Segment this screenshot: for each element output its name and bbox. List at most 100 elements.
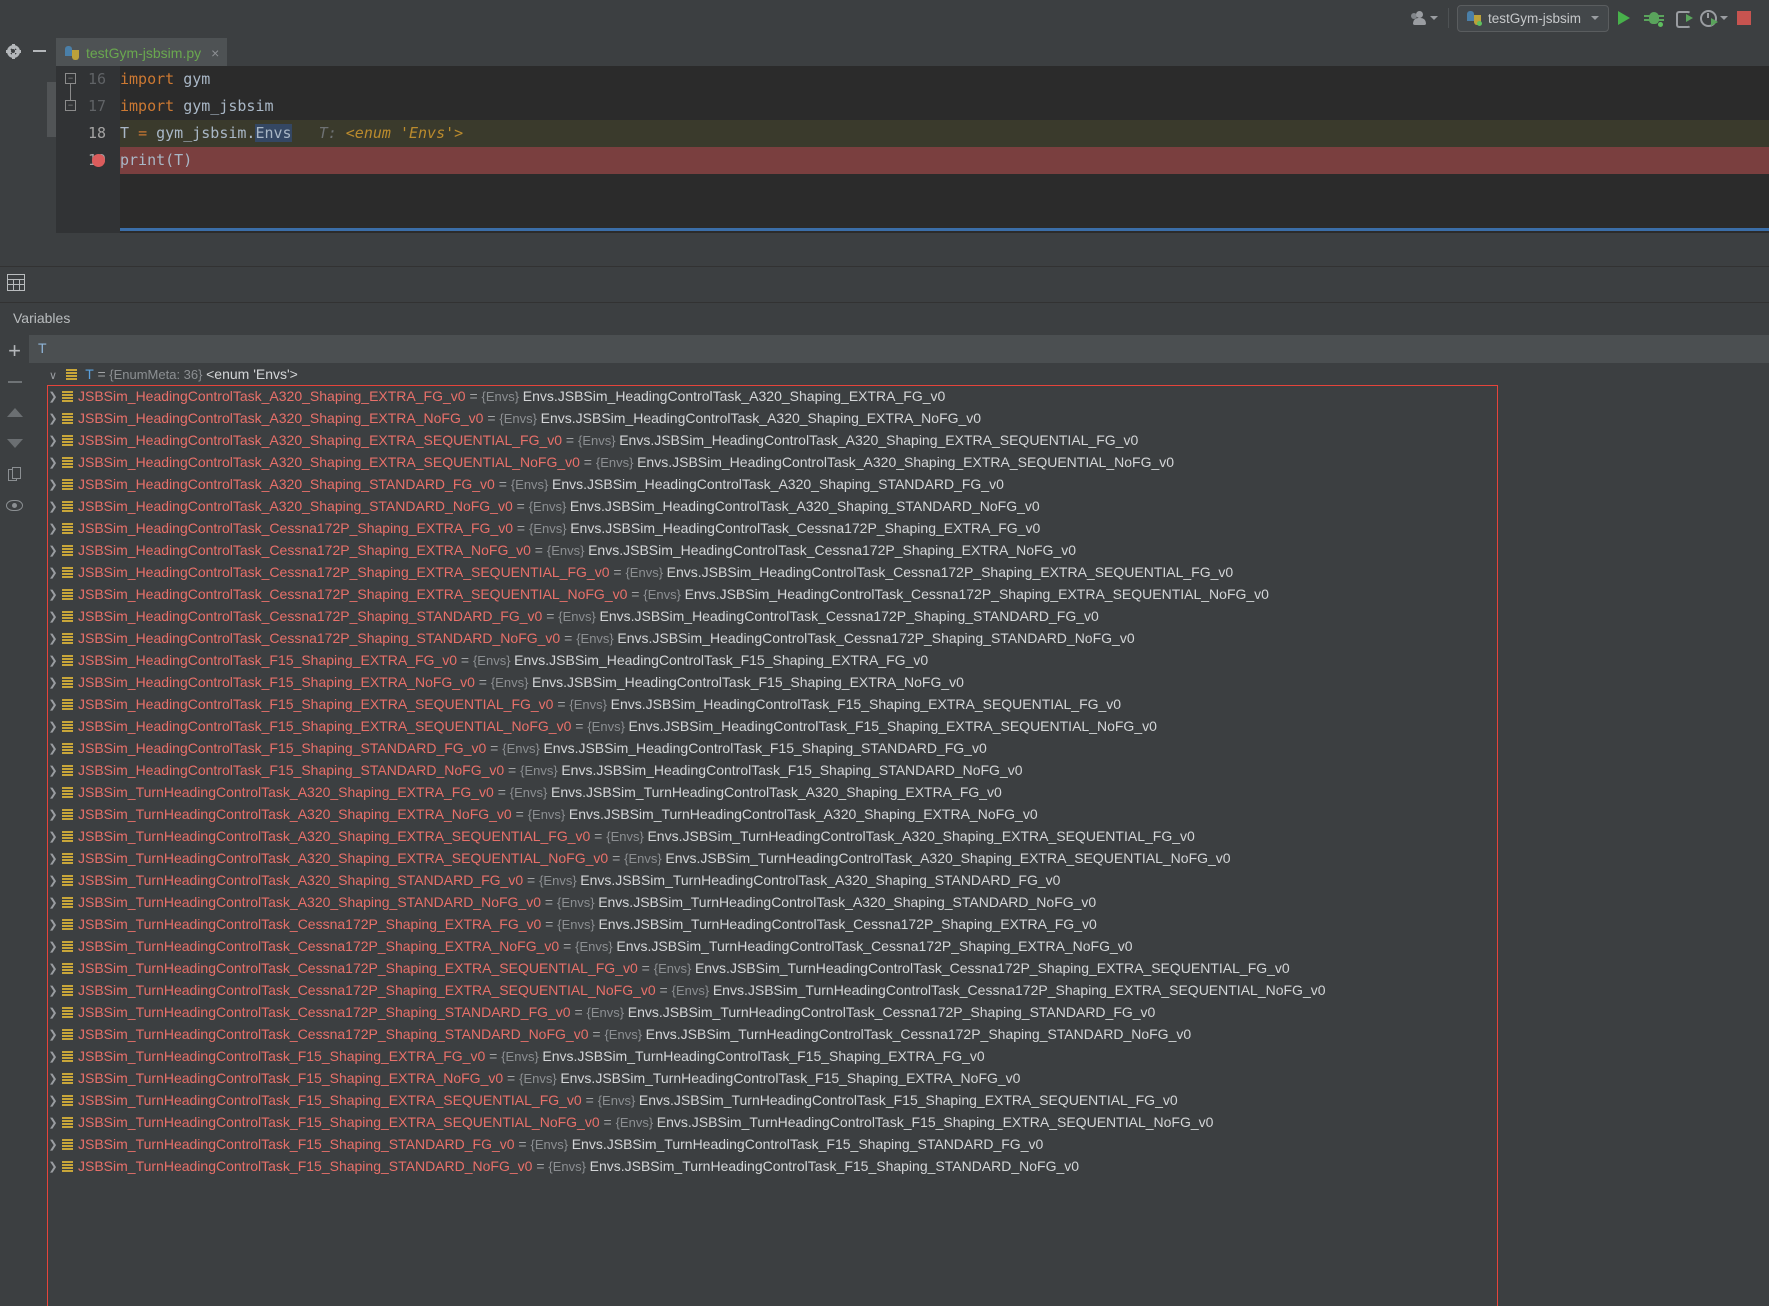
- chevron-right-icon[interactable]: ❯: [46, 408, 60, 430]
- chevron-right-icon[interactable]: ❯: [46, 1156, 60, 1178]
- profile-button[interactable]: [1699, 5, 1729, 31]
- variable-row[interactable]: ❯ JSBSim_HeadingControlTask_A320_Shaping_…: [29, 495, 1769, 517]
- chevron-right-icon[interactable]: ❯: [46, 782, 60, 804]
- close-icon[interactable]: ×: [211, 45, 219, 61]
- code-content[interactable]: import gym import gym_jsbsim T = gym_jsb…: [120, 66, 1769, 233]
- chevron-right-icon[interactable]: ❯: [46, 826, 60, 848]
- chevron-right-icon[interactable]: ❯: [46, 584, 60, 606]
- variable-row[interactable]: ❯ JSBSim_HeadingControlTask_A320_Shaping_…: [29, 473, 1769, 495]
- variable-row[interactable]: ❯ JSBSim_TurnHeadingControlTask_F15_Shapi…: [29, 1045, 1769, 1067]
- chevron-right-icon[interactable]: ❯: [46, 1002, 60, 1024]
- variable-row[interactable]: ❯ JSBSim_HeadingControlTask_A320_Shaping_…: [29, 385, 1769, 407]
- variable-row[interactable]: ❯ JSBSim_HeadingControlTask_Cessna172P_Sh…: [29, 627, 1769, 649]
- chevron-right-icon[interactable]: ❯: [46, 540, 60, 562]
- line-number-gutter[interactable]: 16 − 17 − 18 19: [56, 66, 120, 233]
- remove-watch-button[interactable]: [0, 366, 29, 397]
- variable-row[interactable]: ❯ JSBSim_TurnHeadingControlTask_Cessna172…: [29, 1001, 1769, 1023]
- variable-row[interactable]: ❯ JSBSim_HeadingControlTask_F15_Shaping_S…: [29, 737, 1769, 759]
- chevron-right-icon[interactable]: ❯: [46, 892, 60, 914]
- chevron-right-icon[interactable]: ❯: [46, 430, 60, 452]
- variable-row[interactable]: ❯ JSBSim_HeadingControlTask_F15_Shaping_E…: [29, 649, 1769, 671]
- variable-row[interactable]: ❯ JSBSim_TurnHeadingControlTask_Cessna172…: [29, 913, 1769, 935]
- chevron-right-icon[interactable]: ❯: [46, 496, 60, 518]
- chevron-right-icon[interactable]: ❯: [46, 804, 60, 826]
- chevron-right-icon[interactable]: ❯: [46, 1068, 60, 1090]
- chevron-right-icon[interactable]: ❯: [46, 848, 60, 870]
- chevron-right-icon[interactable]: ❯: [46, 628, 60, 650]
- move-down-button[interactable]: [0, 428, 29, 459]
- chevron-right-icon[interactable]: ❯: [46, 980, 60, 1002]
- variable-row[interactable]: ❯ JSBSim_HeadingControlTask_A320_Shaping_…: [29, 451, 1769, 473]
- chevron-down-icon[interactable]: ∨: [46, 365, 60, 387]
- variable-row[interactable]: ❯ JSBSim_HeadingControlTask_Cessna172P_Sh…: [29, 539, 1769, 561]
- table-view-icon[interactable]: [7, 274, 25, 291]
- fold-icon[interactable]: −: [65, 100, 76, 111]
- chevron-right-icon[interactable]: ❯: [46, 738, 60, 760]
- variable-row[interactable]: ❯ JSBSim_HeadingControlTask_Cessna172P_Sh…: [29, 605, 1769, 627]
- move-up-button[interactable]: [0, 397, 29, 428]
- copy-value-button[interactable]: [0, 459, 29, 490]
- stop-button[interactable]: [1729, 5, 1759, 31]
- variable-row[interactable]: ❯ JSBSim_HeadingControlTask_A320_Shaping_…: [29, 407, 1769, 429]
- attach-to-process-button[interactable]: [1669, 5, 1699, 31]
- variables-tree[interactable]: ∨ T = {EnumMeta: 36} <enum 'Envs'> ❯ JSBS…: [29, 363, 1769, 1306]
- run-configuration-selector[interactable]: testGym-jsbsim: [1456, 4, 1609, 32]
- variable-row[interactable]: ❯ JSBSim_TurnHeadingControlTask_F15_Shapi…: [29, 1067, 1769, 1089]
- variable-row[interactable]: ❯ JSBSim_HeadingControlTask_Cessna172P_Sh…: [29, 517, 1769, 539]
- chevron-right-icon[interactable]: ❯: [46, 716, 60, 738]
- variable-row[interactable]: ❯ JSBSim_TurnHeadingControlTask_A320_Shap…: [29, 869, 1769, 891]
- variable-row[interactable]: ❯ JSBSim_TurnHeadingControlTask_A320_Shap…: [29, 891, 1769, 913]
- chevron-right-icon[interactable]: ❯: [46, 452, 60, 474]
- fold-icon[interactable]: −: [65, 73, 76, 84]
- variable-row[interactable]: ❯ JSBSim_TurnHeadingControlTask_F15_Shapi…: [29, 1111, 1769, 1133]
- chevron-right-icon[interactable]: ❯: [46, 1046, 60, 1068]
- chevron-right-icon[interactable]: ❯: [46, 1090, 60, 1112]
- editor-tab-testgym[interactable]: testGym-jsbsim.py ×: [56, 38, 228, 66]
- variables-root-row[interactable]: ∨ T = {EnumMeta: 36} <enum 'Envs'>: [29, 363, 1769, 385]
- settings-gear-button[interactable]: [0, 36, 26, 66]
- watch-expression-field[interactable]: T: [29, 335, 1769, 364]
- chevron-right-icon[interactable]: ❯: [46, 518, 60, 540]
- add-watch-button[interactable]: +: [0, 335, 29, 366]
- variable-row[interactable]: ❯ JSBSim_HeadingControlTask_F15_Shaping_E…: [29, 671, 1769, 693]
- chevron-right-icon[interactable]: ❯: [46, 474, 60, 496]
- variable-row[interactable]: ❯ JSBSim_HeadingControlTask_F15_Shaping_S…: [29, 759, 1769, 781]
- variable-row[interactable]: ❯ JSBSim_TurnHeadingControlTask_F15_Shapi…: [29, 1133, 1769, 1155]
- chevron-right-icon[interactable]: ❯: [46, 650, 60, 672]
- chevron-right-icon[interactable]: ❯: [46, 760, 60, 782]
- hide-panel-button[interactable]: [26, 36, 52, 66]
- chevron-right-icon[interactable]: ❯: [46, 870, 60, 892]
- variable-row[interactable]: ❯ JSBSim_TurnHeadingControlTask_Cessna172…: [29, 935, 1769, 957]
- chevron-right-icon[interactable]: ❯: [46, 1134, 60, 1156]
- variable-row[interactable]: ❯ JSBSim_TurnHeadingControlTask_F15_Shapi…: [29, 1155, 1769, 1177]
- chevron-right-icon[interactable]: ❯: [46, 694, 60, 716]
- tab-variables[interactable]: Variables: [13, 310, 70, 326]
- chevron-right-icon[interactable]: ❯: [46, 606, 60, 628]
- run-button[interactable]: [1609, 5, 1639, 31]
- variable-row[interactable]: ❯ JSBSim_HeadingControlTask_F15_Shaping_E…: [29, 715, 1769, 737]
- variable-row[interactable]: ❯ JSBSim_TurnHeadingControlTask_F15_Shapi…: [29, 1089, 1769, 1111]
- chevron-right-icon[interactable]: ❯: [46, 1112, 60, 1134]
- chevron-right-icon[interactable]: ❯: [46, 958, 60, 980]
- variable-row[interactable]: ❯ JSBSim_TurnHeadingControlTask_Cessna172…: [29, 979, 1769, 1001]
- chevron-right-icon[interactable]: ❯: [46, 672, 60, 694]
- inspect-button[interactable]: [0, 490, 29, 521]
- variable-row[interactable]: ❯ JSBSim_TurnHeadingControlTask_A320_Shap…: [29, 781, 1769, 803]
- variable-row[interactable]: ❯ JSBSim_TurnHeadingControlTask_Cessna172…: [29, 1023, 1769, 1045]
- debug-button[interactable]: [1639, 5, 1669, 31]
- chevron-right-icon[interactable]: ❯: [46, 914, 60, 936]
- variable-row[interactable]: ❯ JSBSim_TurnHeadingControlTask_A320_Shap…: [29, 803, 1769, 825]
- people-icon[interactable]: [1410, 5, 1440, 31]
- variable-row[interactable]: ❯ JSBSim_TurnHeadingControlTask_A320_Shap…: [29, 847, 1769, 869]
- chevron-right-icon[interactable]: ❯: [46, 1024, 60, 1046]
- variable-row[interactable]: ❯ JSBSim_HeadingControlTask_Cessna172P_Sh…: [29, 561, 1769, 583]
- variable-row[interactable]: ❯ JSBSim_TurnHeadingControlTask_A320_Shap…: [29, 825, 1769, 847]
- chevron-right-icon[interactable]: ❯: [46, 562, 60, 584]
- chevron-right-icon[interactable]: ❯: [46, 936, 60, 958]
- breakpoint-icon[interactable]: [92, 154, 105, 167]
- variable-row[interactable]: ❯ JSBSim_HeadingControlTask_A320_Shaping_…: [29, 429, 1769, 451]
- variable-row[interactable]: ❯ JSBSim_TurnHeadingControlTask_Cessna172…: [29, 957, 1769, 979]
- chevron-right-icon[interactable]: ❯: [46, 386, 60, 408]
- variable-row[interactable]: ❯ JSBSim_HeadingControlTask_F15_Shaping_E…: [29, 693, 1769, 715]
- variable-row[interactable]: ❯ JSBSim_HeadingControlTask_Cessna172P_Sh…: [29, 583, 1769, 605]
